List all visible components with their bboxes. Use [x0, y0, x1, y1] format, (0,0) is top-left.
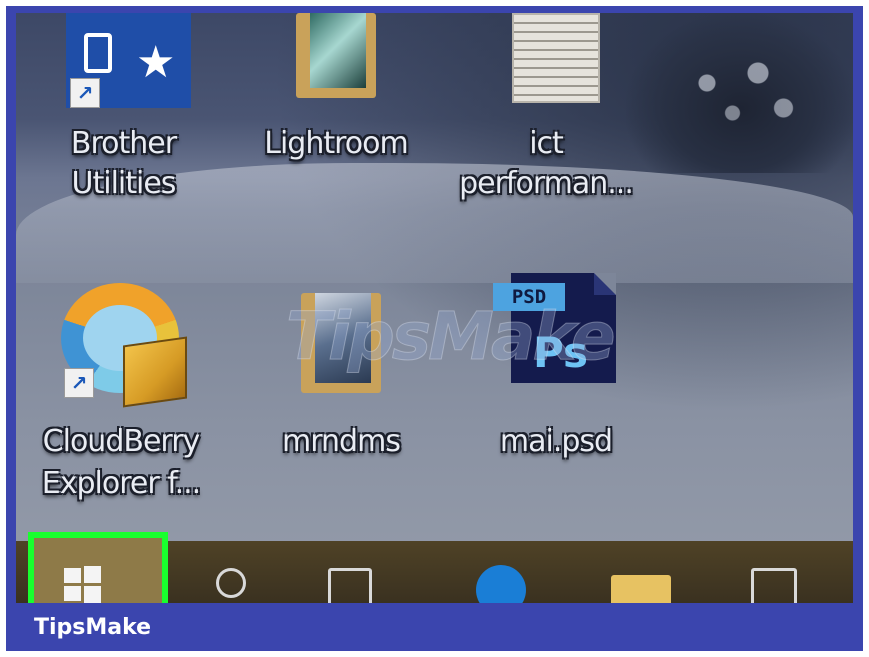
shortcut-arrow-icon: ↗ [70, 78, 100, 108]
desktop-icon-ict-performance[interactable]: ict performan... [446, 13, 646, 213]
store-icon [751, 568, 797, 603]
brand-logo: TipsMake [34, 615, 152, 640]
windows-logo-icon [64, 566, 104, 603]
folder-icon [611, 575, 671, 603]
icon-label: CloudBerry [42, 424, 201, 459]
folder-preview [310, 13, 366, 88]
icon-label: mrndms [282, 424, 401, 459]
file-explorer-button[interactable] [611, 575, 671, 603]
icon-label: performan... [459, 166, 634, 201]
desktop: ★ ↗ Brother Utilities Lightroom ict perf… [16, 13, 853, 603]
desktop-icon-cloudberry-explorer[interactable]: ↗ CloudBerry Explorer f... [26, 273, 216, 503]
icon-label: Brother [70, 126, 177, 161]
icon-label: Utilities [71, 166, 177, 201]
store-button[interactable] [751, 568, 797, 603]
folder-icon [296, 13, 376, 98]
icon-label: mai.psd [499, 424, 613, 459]
icon-label: Explorer f... [41, 466, 201, 501]
tree-snow [656, 43, 826, 143]
edge-button[interactable] [476, 565, 526, 603]
watermark: TipsMake [286, 298, 617, 376]
search-button[interactable] [216, 568, 246, 598]
search-icon [216, 568, 246, 598]
edge-icon [476, 565, 526, 603]
icon-label: ict [529, 126, 564, 161]
cube-icon [123, 336, 187, 408]
desktop-icon-brother-utilities[interactable]: ★ ↗ Brother Utilities [36, 13, 211, 213]
icon-label: Lightroom [264, 126, 408, 161]
task-view-button[interactable] [328, 568, 372, 603]
image-frame: ★ ↗ Brother Utilities Lightroom ict perf… [6, 6, 863, 651]
task-view-icon [328, 568, 372, 603]
document-icon [512, 13, 600, 103]
shortcut-arrow-icon: ↗ [64, 368, 94, 398]
start-button[interactable] [28, 532, 168, 603]
page-fold [594, 273, 616, 295]
desktop-icon-lightroom[interactable]: Lightroom [246, 13, 426, 173]
